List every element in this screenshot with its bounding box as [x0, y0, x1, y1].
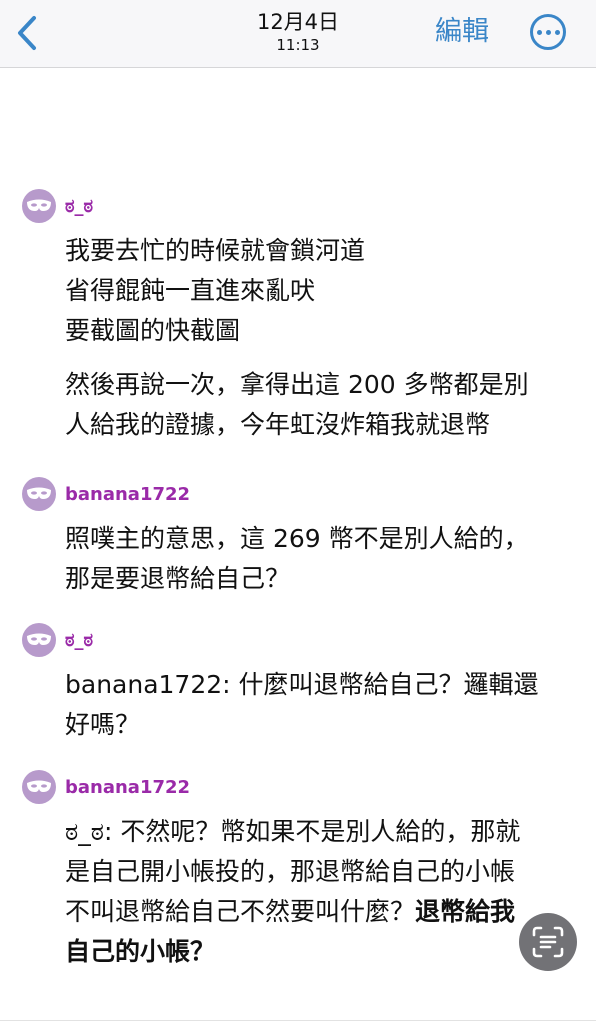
mask-icon [27, 487, 51, 499]
nav-title: 12月4日 11:13 [0, 8, 596, 54]
nav-date: 12月4日 [256, 10, 340, 34]
username[interactable]: ಠ_ಠ [65, 630, 93, 651]
avatar[interactable] [22, 477, 56, 511]
message-line: 然後再說一次，拿得出這 200 多幣都是別 [65, 370, 529, 399]
avatar[interactable] [22, 770, 56, 804]
message-line: banana1722: 什麼叫退幣給自己？邏輯還 [65, 670, 539, 699]
message-line: 不叫退幣給自己不然要叫什麼？退幣給我 [65, 892, 568, 932]
message-line: 照噗主的意思，這 269 幣不是別人給的， [65, 524, 529, 553]
message-line: 要截圖的快截圖 [65, 316, 241, 345]
list-item: banana1722 照噗主的意思，這 269 幣不是別人給的， 那是要退幣給自… [0, 477, 596, 599]
message-content: 我要去忙的時候就會鎖河道 省得餛飩一直進來亂吠 要截圖的快截圖 然後再說一次，拿… [0, 231, 596, 445]
message-bold-text: 自己的小帳？ [65, 937, 216, 966]
message-line: 那是要退幣給自己？ [65, 564, 291, 593]
message-line: 好嗎？ [65, 710, 141, 739]
list-item: ಠ_ಠ banana1722: 什麼叫退幣給自己？邏輯還 好嗎？ [0, 623, 596, 745]
text-scan-icon [532, 926, 564, 958]
edit-button[interactable]: 編輯 [435, 14, 489, 50]
list-item: ಠ_ಠ 我要去忙的時候就會鎖河道 省得餛飩一直進來亂吠 要截圖的快截圖 然後再說… [0, 189, 596, 445]
username[interactable]: banana1722 [65, 484, 190, 505]
text-scan-button[interactable] [519, 913, 577, 971]
avatar[interactable] [22, 189, 56, 223]
message-content: 照噗主的意思，這 269 幣不是別人給的， 那是要退幣給自己？ [0, 519, 596, 599]
divider [0, 1020, 596, 1021]
message-line: 是自己開小帳投的，那退幣給自己的小帳 [65, 857, 516, 886]
message-line: 人給我的證據，今年虹沒炸箱我就退幣 [65, 410, 491, 439]
message-line: ಠ_ಠ: 不然呢？幣如果不是別人給的，那就 [65, 817, 521, 846]
avatar[interactable] [22, 623, 56, 657]
message-line: 我要去忙的時候就會鎖河道 [65, 236, 366, 265]
username[interactable]: ಠ_ಠ [65, 196, 93, 217]
list-item: banana1722 ಠ_ಠ: 不然呢？幣如果不是別人給的，那就 是自己開小帳投… [0, 770, 596, 972]
mask-icon [27, 199, 51, 211]
message-line: 省得餛飩一直進來亂吠 [65, 276, 316, 305]
message-content: ಠ_ಠ: 不然呢？幣如果不是別人給的，那就 是自己開小帳投的，那退幣給自己的小帳… [0, 812, 596, 972]
message-bold-text: 退幣給我 [415, 897, 516, 926]
username[interactable]: banana1722 [65, 777, 190, 798]
nav-time: 11:13 [276, 36, 320, 54]
ellipsis-circle-icon [536, 29, 560, 35]
more-button[interactable] [530, 14, 566, 50]
mask-icon [27, 780, 51, 792]
mask-icon [27, 633, 51, 645]
message-content: banana1722: 什麼叫退幣給自己？邏輯還 好嗎？ [0, 665, 596, 745]
navigation-bar: 12月4日 11:13 編輯 [0, 0, 596, 68]
message-text: 不叫退幣給自己不然要叫什麼？ [65, 897, 416, 926]
